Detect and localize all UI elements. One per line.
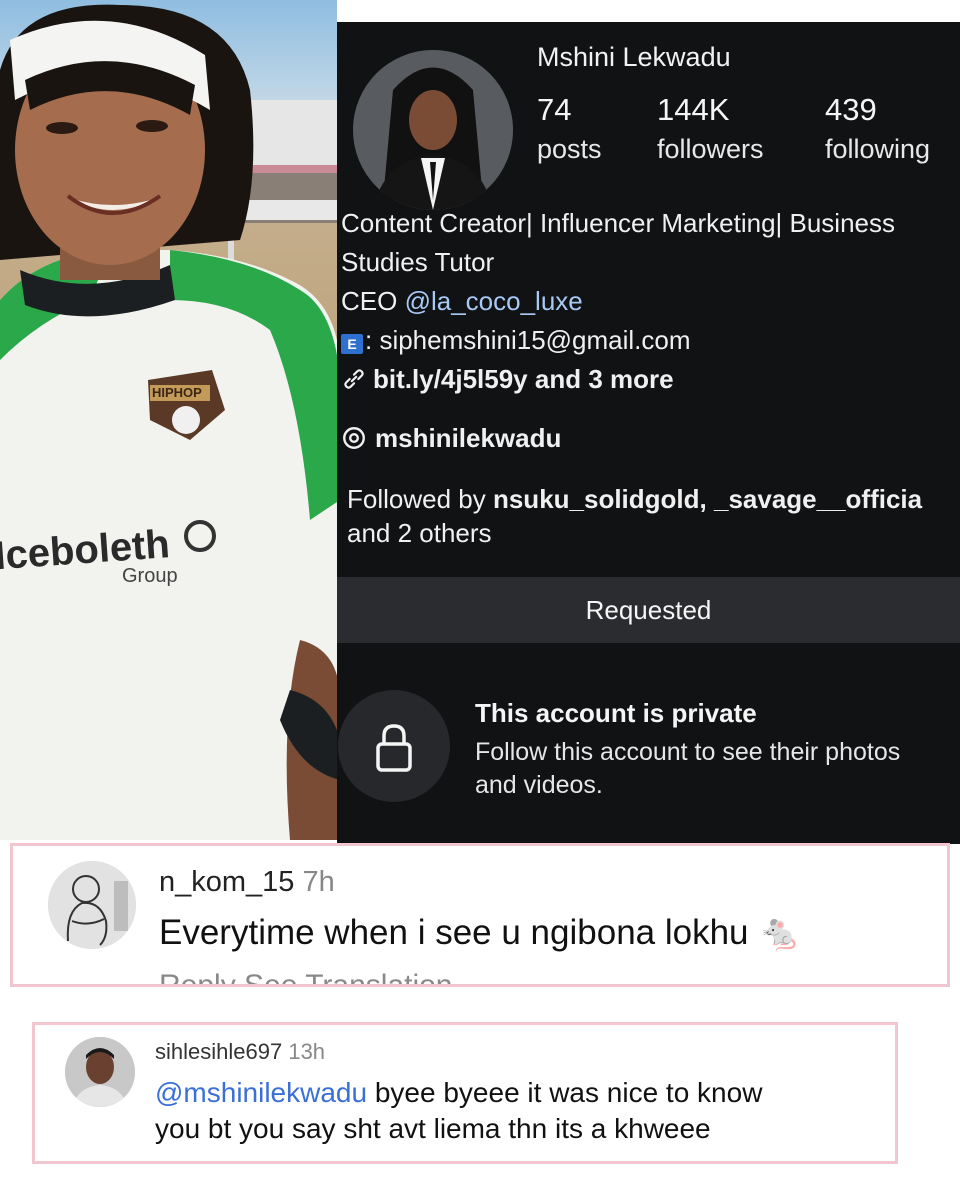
comment-1-text: Everytime when i see u ngibona lokhu	[159, 913, 749, 952]
stat-followers-value: 144K	[657, 92, 730, 127]
stat-posts-value: 74	[537, 92, 572, 127]
stat-followers-label: followers	[657, 134, 764, 164]
private-desc-line-1: Follow this account to see their photos	[475, 738, 901, 766]
bio-ceo-line: CEO @la_coco_luxe	[341, 286, 583, 317]
comment-1-avatar[interactable]	[48, 861, 136, 949]
player-photo: Iceboleth Group HIPHOP	[0, 0, 340, 840]
avatar-sketch-image	[48, 861, 136, 949]
comment-2-username[interactable]: sihlesihle697	[155, 1039, 282, 1064]
comment-2-time: 13h	[288, 1039, 326, 1064]
bio-email-line: E: siphemshini15@gmail.com	[341, 325, 691, 356]
private-title: This account is private	[475, 698, 757, 728]
avatar-image	[353, 50, 513, 210]
comment-1-username[interactable]: n_kom_15	[159, 866, 294, 898]
ceo-prefix: CEO	[341, 286, 405, 316]
comment-1: n_kom_15 7h Everytime when i see u ngibo…	[10, 843, 950, 987]
avatar-photo-image	[65, 1037, 135, 1107]
followed-by-others[interactable]: and 2 others	[347, 518, 492, 549]
comment-1-time: 7h	[302, 866, 335, 898]
threads-icon	[343, 427, 365, 449]
stat-followers[interactable]: 144K followers	[657, 92, 764, 165]
stat-following[interactable]: 439 following	[825, 92, 930, 165]
threads-handle[interactable]: mshinilekwadu	[375, 423, 561, 453]
followed-by-line-1[interactable]: Followed by nsuku_solidgold, _savage__of…	[347, 484, 922, 515]
stat-posts-label: posts	[537, 134, 602, 164]
comment-2-mention[interactable]: @mshinilekwadu	[155, 1077, 367, 1108]
link-icon	[344, 369, 364, 389]
comment-2-avatar[interactable]	[65, 1037, 135, 1107]
profile-name: Mshini Lekwadu	[537, 42, 731, 72]
comment-1-body: Everytime when i see u ngibona lokhu 🐁	[159, 912, 802, 953]
sponsor-sub-text: Group	[122, 565, 178, 587]
comment-2-body: @mshinilekwadu byee byeee it was nice to…	[155, 1075, 762, 1147]
comment-1-actions[interactable]: Reply See Translation	[159, 969, 453, 984]
bio-line-1: Content Creator| Influencer Marketing| B…	[341, 208, 895, 238]
top-white-strip	[337, 0, 960, 22]
lock-icon	[376, 724, 412, 772]
lock-circle	[338, 690, 450, 802]
ceo-handle-link[interactable]: @la_coco_luxe	[405, 286, 583, 316]
stat-posts[interactable]: 74 posts	[537, 92, 602, 165]
stat-following-value: 439	[825, 92, 877, 127]
bio-link-line[interactable]: bit.ly/4j5l59y and 3 more	[341, 364, 674, 395]
comment-2: sihlesihle697 13h @mshinilekwadu byee by…	[32, 1022, 898, 1164]
threads-line[interactable]: mshinilekwadu	[341, 423, 561, 454]
comment-2-text-line-2: you bt you say sht avt liema thn its a k…	[155, 1113, 711, 1144]
mouse-emoji: 🐁	[758, 913, 802, 952]
private-desc-line-2: and videos.	[475, 771, 603, 799]
email-text[interactable]: : siphemshini15@gmail.com	[365, 325, 691, 355]
comment-2-text-line-1: byee byeee it was nice to know	[367, 1077, 763, 1108]
email-icon: E	[341, 334, 363, 354]
badge-text: HIPHOP	[152, 385, 202, 400]
player-illustration: Iceboleth Group HIPHOP	[0, 4, 340, 840]
profile-avatar[interactable]	[353, 50, 513, 210]
stat-following-label: following	[825, 134, 931, 164]
followed-by-prefix: Followed by	[347, 484, 493, 514]
bio-line-2: Studies Tutor	[341, 247, 495, 277]
instagram-profile-panel: Mshini Lekwadu 74 posts 144K followers 4…	[337, 22, 960, 844]
comment-2-header: sihlesihle697 13h	[155, 1039, 325, 1065]
private-description: Follow this account to see their photos …	[475, 736, 900, 802]
comment-1-header: n_kom_15 7h	[159, 866, 335, 899]
bio-link[interactable]: bit.ly/4j5l59y and 3 more	[373, 364, 674, 394]
requested-button[interactable]: Requested	[337, 577, 960, 643]
followed-by-users[interactable]: nsuku_solidgold, _savage__officia	[493, 484, 922, 514]
